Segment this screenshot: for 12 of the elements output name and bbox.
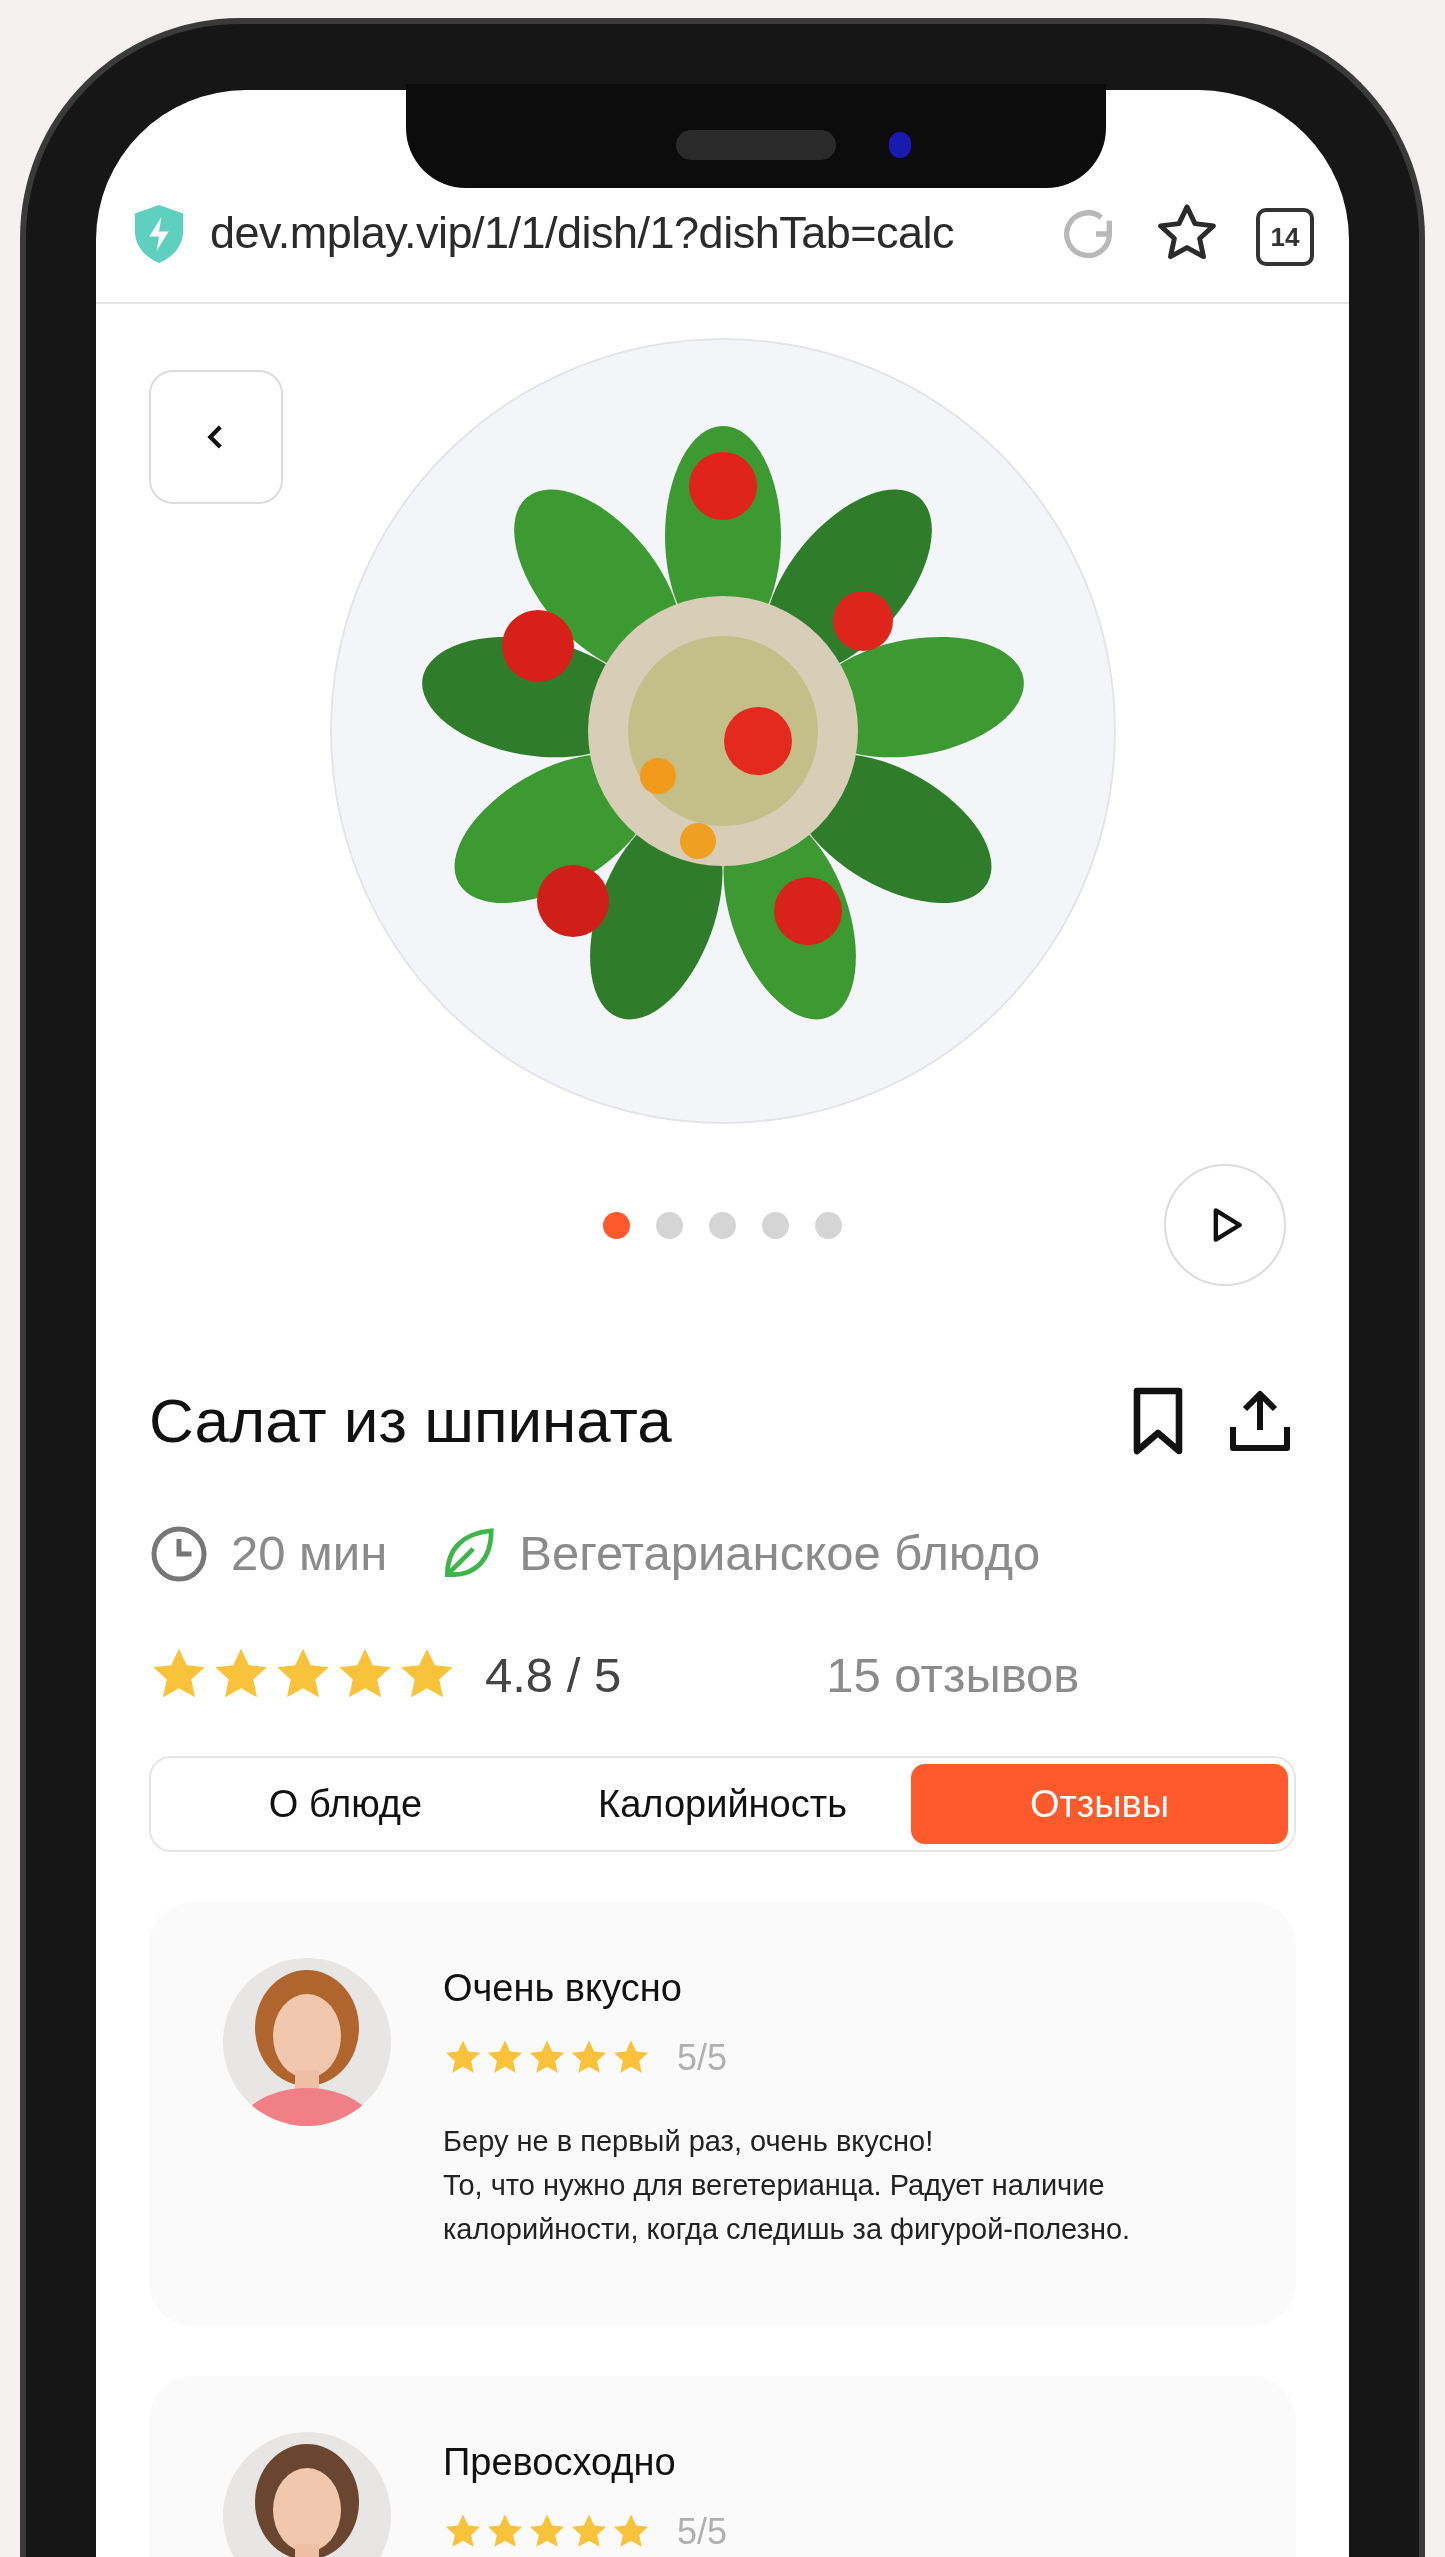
- review-score: 5/5: [677, 2036, 728, 2080]
- url-text[interactable]: dev.mplay.vip/1/1/dish/1?dishTab=calc: [210, 198, 1030, 266]
- diet-label: Вегетарианское блюдо: [519, 1525, 1041, 1582]
- review-title: Превосходно: [443, 2440, 677, 2485]
- dish-title: Салат из шпината: [149, 1385, 672, 1457]
- review-score: 5/5: [677, 2510, 728, 2554]
- review-text: Беру не в первый раз, очень вкусно! То, что нужно для вегетерианца. Радует наличие калорийности, когда следишь за фигурой-полезно.: [443, 2124, 1132, 2247]
- tab-count-button[interactable]: 14: [1256, 208, 1314, 266]
- review-title: Очень вкусно: [443, 1966, 683, 2011]
- rating-value: 4.8 / 5: [485, 1646, 622, 1704]
- back-button[interactable]: [149, 370, 283, 504]
- cook-time: 20 мин: [231, 1525, 388, 1582]
